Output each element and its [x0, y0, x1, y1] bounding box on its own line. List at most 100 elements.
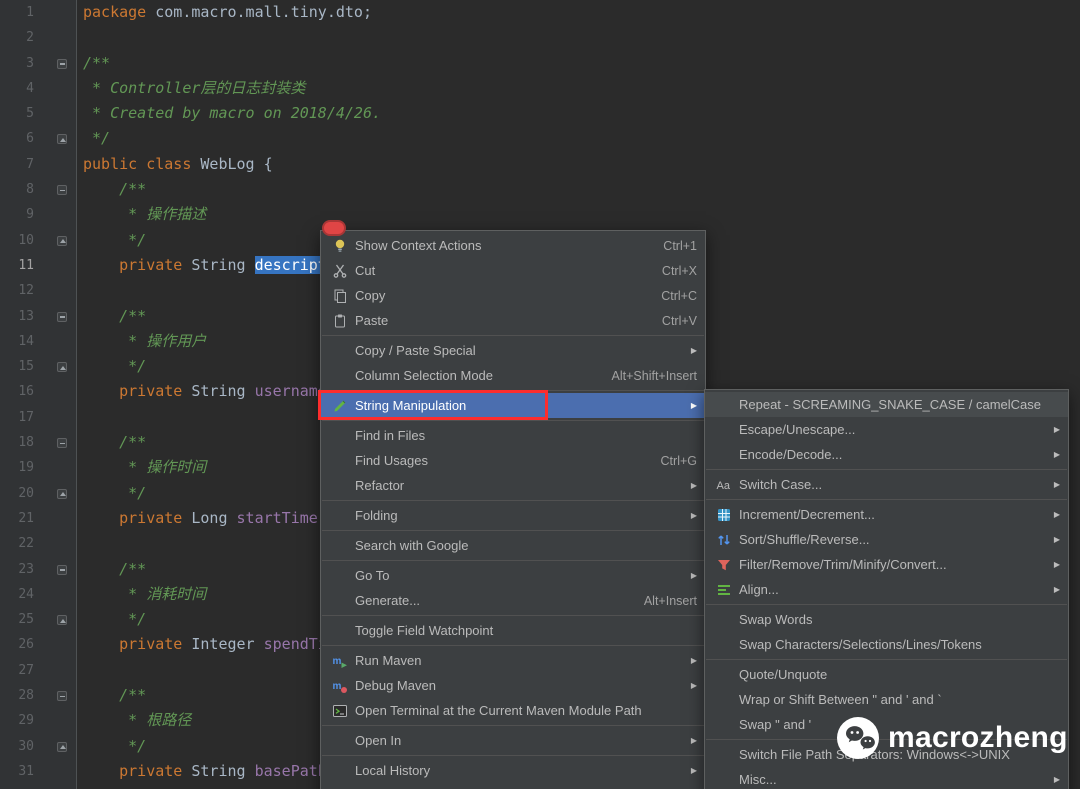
menu-item-label: Open Terminal at the Current Maven Modul… — [355, 703, 642, 718]
code-line[interactable]: 7 public class WebLog { — [0, 152, 1080, 177]
menu-item-label: Go To — [355, 568, 390, 583]
menu-item-copy-paste-special[interactable]: Copy / Paste Special ▶ — [321, 338, 705, 363]
menu-item-open-terminal-at-the-current-maven-module-path[interactable]: Open Terminal at the Current Maven Modul… — [321, 698, 705, 723]
fold-marker-icon[interactable] — [57, 185, 67, 196]
empty-icon-slot — [713, 447, 735, 463]
line-number: 9 — [26, 207, 34, 223]
menu-item-toggle-field-watchpoint[interactable]: Toggle Field Watchpoint — [321, 618, 705, 643]
menu-item-paste[interactable]: Paste Ctrl+V — [321, 308, 705, 333]
menu-item-label: String Manipulation — [355, 398, 467, 413]
gutter-cell: 13 — [0, 304, 77, 329]
menu-item-refactor[interactable]: Refactor ▶ — [321, 473, 705, 498]
menu-item-swap-characters-selections-lines-tokens[interactable]: Swap Characters/Selections/Lines/Tokens — [705, 632, 1068, 657]
menu-item-label: Copy — [355, 288, 386, 303]
code-text: */ — [83, 357, 147, 376]
menu-separator — [322, 615, 704, 616]
menu-item-open-in[interactable]: Open In ▶ — [321, 728, 705, 753]
menu-item-copy[interactable]: Copy Ctrl+C — [321, 283, 705, 308]
code-line[interactable]: 6 */ — [0, 126, 1080, 151]
menu-item-quote-unquote[interactable]: Quote/Unquote — [705, 662, 1068, 687]
code-line[interactable]: 1 package com.macro.mall.tiny.dto; — [0, 0, 1080, 25]
code-line[interactable]: 5 * Created by macro on 2018/4/26. — [0, 101, 1080, 126]
empty-icon-slot — [329, 763, 351, 779]
menu-item-column-selection-mode[interactable]: Column Selection Mode Alt+Shift+Insert — [321, 363, 705, 388]
menu-item-run-maven[interactable]: m Run Maven ▶ — [321, 648, 705, 673]
code-text: * Controller层的日志封装类 — [83, 78, 306, 97]
menu-item-increment-decrement[interactable]: Increment/Decrement... ▶ — [705, 502, 1068, 527]
menu-item-string-manipulation[interactable]: String Manipulation ▶ — [321, 393, 705, 418]
code-line[interactable]: 3 /** — [0, 51, 1080, 76]
code-text: * 根路径 — [83, 711, 192, 730]
switch-case-icon: Aa — [713, 477, 735, 493]
empty-icon-slot — [713, 637, 735, 653]
code-line[interactable]: 4 * Controller层的日志封装类 — [0, 76, 1080, 101]
fold-marker-icon[interactable] — [57, 488, 67, 499]
menu-item-label: Refactor — [355, 478, 405, 493]
menu-item-misc[interactable]: Misc... ▶ — [705, 767, 1068, 789]
code-text: * 操作描述 — [83, 205, 207, 224]
menu-item-sort-shuffle-reverse[interactable]: Sort/Shuffle/Reverse... ▶ — [705, 527, 1068, 552]
code-line[interactable]: 2 — [0, 25, 1080, 50]
empty-icon-slot — [713, 692, 735, 708]
menu-separator — [322, 530, 704, 531]
submenu-arrow-icon: ▶ — [690, 401, 697, 410]
menu-item-label: Swap Words — [739, 612, 813, 627]
fold-marker-icon[interactable] — [57, 134, 67, 145]
line-number: 12 — [18, 283, 34, 299]
code-text: private Long startTime — [119, 508, 318, 527]
line-number: 22 — [18, 536, 34, 552]
menu-item-cut[interactable]: Cut Ctrl+X — [321, 258, 705, 283]
menu-item-debug-maven[interactable]: m Debug Maven ▶ — [321, 673, 705, 698]
menu-item-label: Repeat - SCREAMING_SNAKE_CASE / camelCas… — [739, 397, 1041, 412]
fold-marker-icon[interactable] — [57, 615, 67, 626]
fold-marker-icon[interactable] — [57, 362, 67, 373]
line-number: 17 — [18, 409, 34, 425]
menu-item-encode-decode[interactable]: Encode/Decode... ▶ — [705, 442, 1068, 467]
gutter-cell: 19 — [0, 455, 77, 480]
menu-item-folding[interactable]: Folding ▶ — [321, 503, 705, 528]
menu-item-filter-remove-trim-minify-convert[interactable]: Filter/Remove/Trim/Minify/Convert... ▶ — [705, 552, 1068, 577]
menu-item-switch-case[interactable]: Aa Switch Case... ▶ — [705, 472, 1068, 497]
menu-item-label: Run Maven — [355, 653, 422, 668]
empty-icon-slot — [713, 747, 735, 763]
fold-marker-icon[interactable] — [57, 58, 67, 69]
fold-marker-icon[interactable] — [57, 564, 67, 575]
submenu-arrow-icon: ▶ — [690, 346, 697, 355]
menu-item-find-in-files[interactable]: Find in Files — [321, 423, 705, 448]
menu-item-show-context-actions[interactable]: Show Context Actions Ctrl+1 — [321, 233, 705, 258]
line-number: 20 — [18, 485, 34, 501]
fold-marker-icon[interactable] — [57, 438, 67, 449]
menu-separator — [322, 755, 704, 756]
submenu-arrow-icon: ▶ — [690, 571, 697, 580]
menu-item-git[interactable]: Git▶ — [321, 783, 705, 789]
menu-item-find-usages[interactable]: Find Usages Ctrl+G — [321, 448, 705, 473]
menu-item-go-to[interactable]: Go To ▶ — [321, 563, 705, 588]
menu-item-wrap-or-shift-between-and-and[interactable]: Wrap or Shift Between " and ' and ` — [705, 687, 1068, 712]
menu-item-align[interactable]: Align... ▶ — [705, 577, 1068, 602]
gutter-cell: 18 — [0, 430, 77, 455]
code-text: * Created by macro on 2018/4/26. — [83, 104, 382, 123]
menu-item-label: Increment/Decrement... — [739, 507, 875, 522]
fold-marker-icon[interactable] — [57, 741, 67, 752]
menu-item-generate[interactable]: Generate... Alt+Insert — [321, 588, 705, 613]
code-text: private String username — [119, 382, 327, 401]
menu-item-label: Find in Files — [355, 428, 426, 443]
menu-item-escape-unescape[interactable]: Escape/Unescape... ▶ — [705, 417, 1068, 442]
menu-item-repeat-screaming-snake-case-camelcase[interactable]: Repeat - SCREAMING_SNAKE_CASE / camelCas… — [705, 392, 1068, 417]
gutter-cell: 10 — [0, 228, 77, 253]
line-number: 27 — [18, 662, 34, 678]
fold-marker-icon[interactable] — [57, 235, 67, 246]
empty-icon-slot — [329, 478, 351, 494]
fold-marker-icon[interactable] — [57, 691, 67, 702]
fold-marker-icon[interactable] — [57, 311, 67, 322]
line-number: 15 — [18, 359, 34, 375]
menu-item-local-history[interactable]: Local History ▶ — [321, 758, 705, 783]
empty-icon-slot — [329, 453, 351, 469]
menu-item-swap-words[interactable]: Swap Words — [705, 607, 1068, 632]
code-line[interactable]: 8 /** — [0, 177, 1080, 202]
empty-icon-slot — [713, 612, 735, 628]
menu-item-label: Cut — [355, 263, 376, 278]
menu-item-search-with-google[interactable]: Search with Google — [321, 533, 705, 558]
code-line[interactable]: 9 * 操作描述 — [0, 202, 1080, 227]
